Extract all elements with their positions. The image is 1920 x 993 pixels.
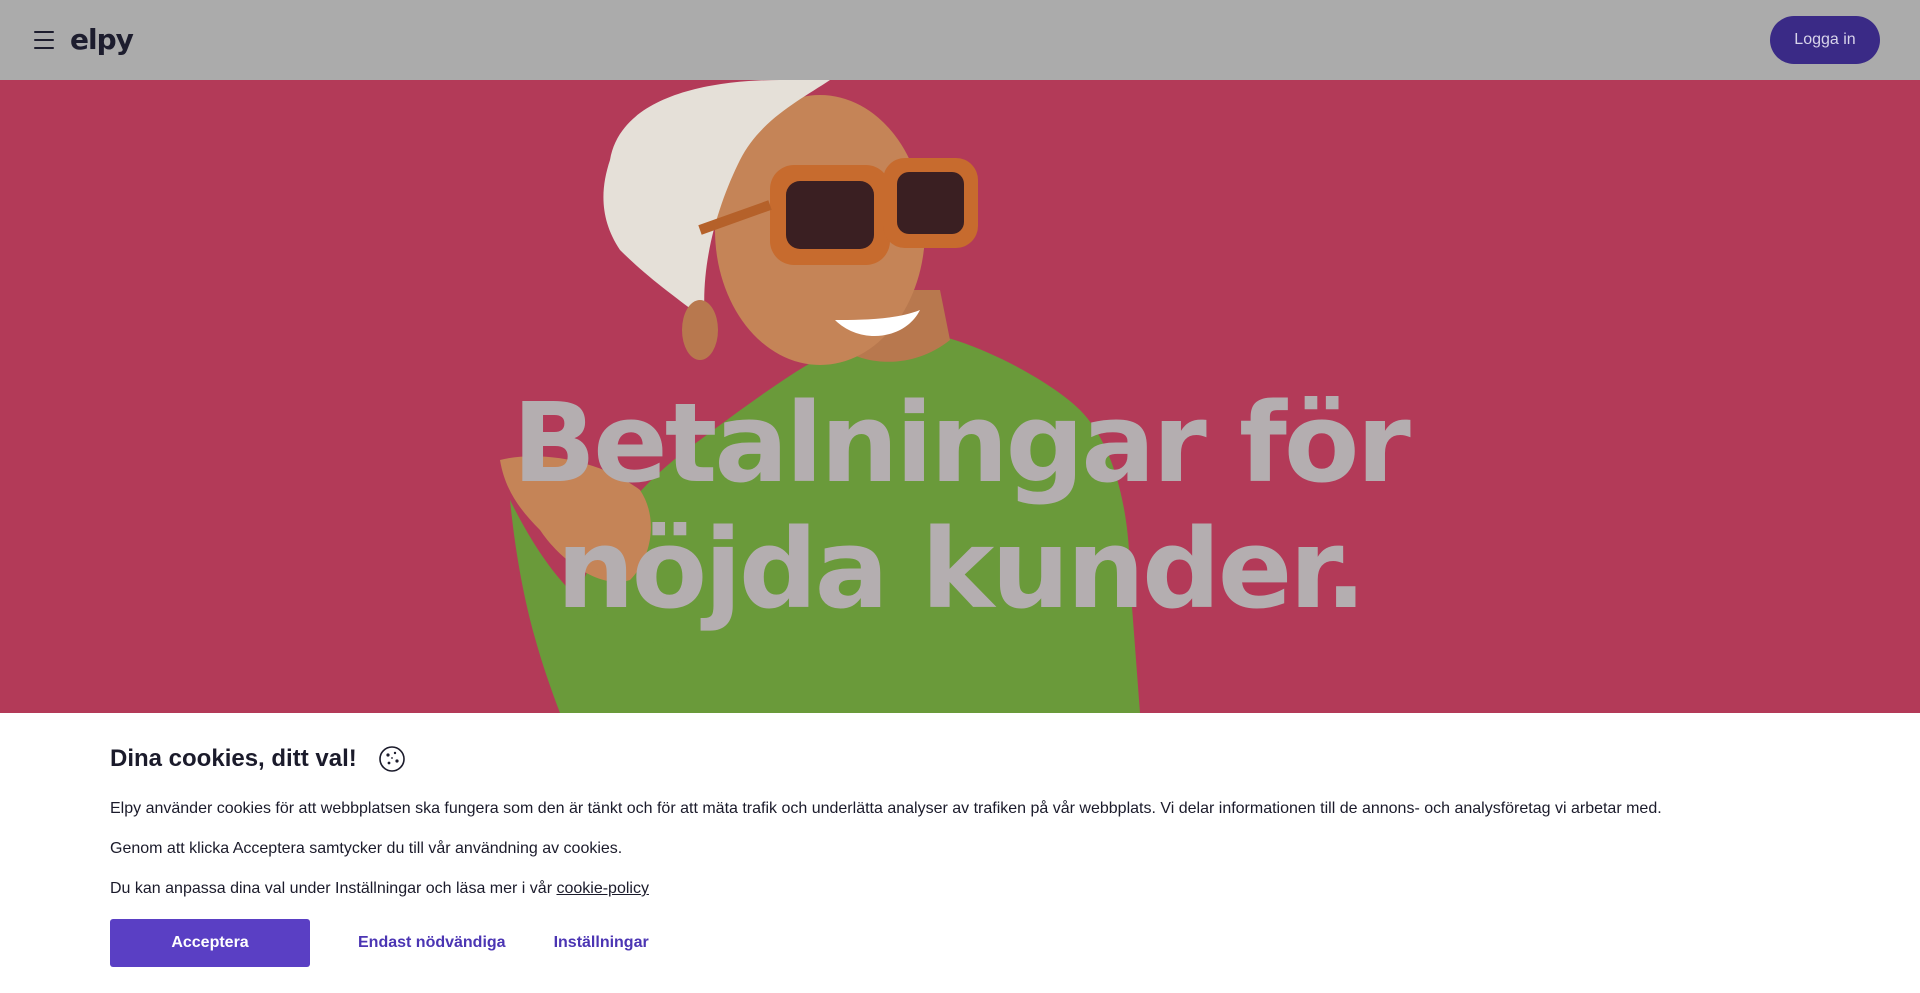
header-left: elpy xyxy=(34,26,134,54)
cookie-policy-link[interactable]: cookie-policy xyxy=(556,880,648,897)
cookie-text-settings-prefix: Du kan anpassa dina val under Inställnin… xyxy=(110,880,557,897)
hero-title: Betalningar för nöjda kunder. xyxy=(0,380,1920,632)
cookie-banner-header: Dina cookies, ditt val! xyxy=(110,743,1810,775)
cookie-text-settings: Du kan anpassa dina val under Inställnin… xyxy=(110,879,1810,899)
hero-title-line2: nöjda kunder. xyxy=(556,505,1366,633)
hamburger-menu-icon[interactable] xyxy=(34,31,54,49)
accept-cookies-button[interactable]: Acceptera xyxy=(110,919,310,967)
login-button[interactable]: Logga in xyxy=(1770,16,1880,64)
cookie-consent-banner: Dina cookies, ditt val! Elpy använder co… xyxy=(0,713,1920,993)
necessary-only-button[interactable]: Endast nödvändiga xyxy=(358,934,506,952)
cookie-text-consent: Genom att klicka Acceptera samtycker du … xyxy=(110,840,623,857)
cookie-icon xyxy=(378,746,405,772)
elpy-logo[interactable]: elpy xyxy=(70,26,134,54)
cookie-text-usage: Elpy använder cookies för att webbplatse… xyxy=(110,800,1662,817)
hero-section: Betalningar för nöjda kunder. xyxy=(0,80,1920,713)
cookie-banner-title: Dina cookies, ditt val! xyxy=(110,745,357,772)
cookie-actions: Acceptera Endast nödvändiga Inställninga… xyxy=(110,919,1810,967)
cookie-settings-button[interactable]: Inställningar xyxy=(554,934,649,952)
hero-title-line1: Betalningar för xyxy=(512,379,1410,507)
site-header: elpy Logga in xyxy=(0,0,1920,80)
